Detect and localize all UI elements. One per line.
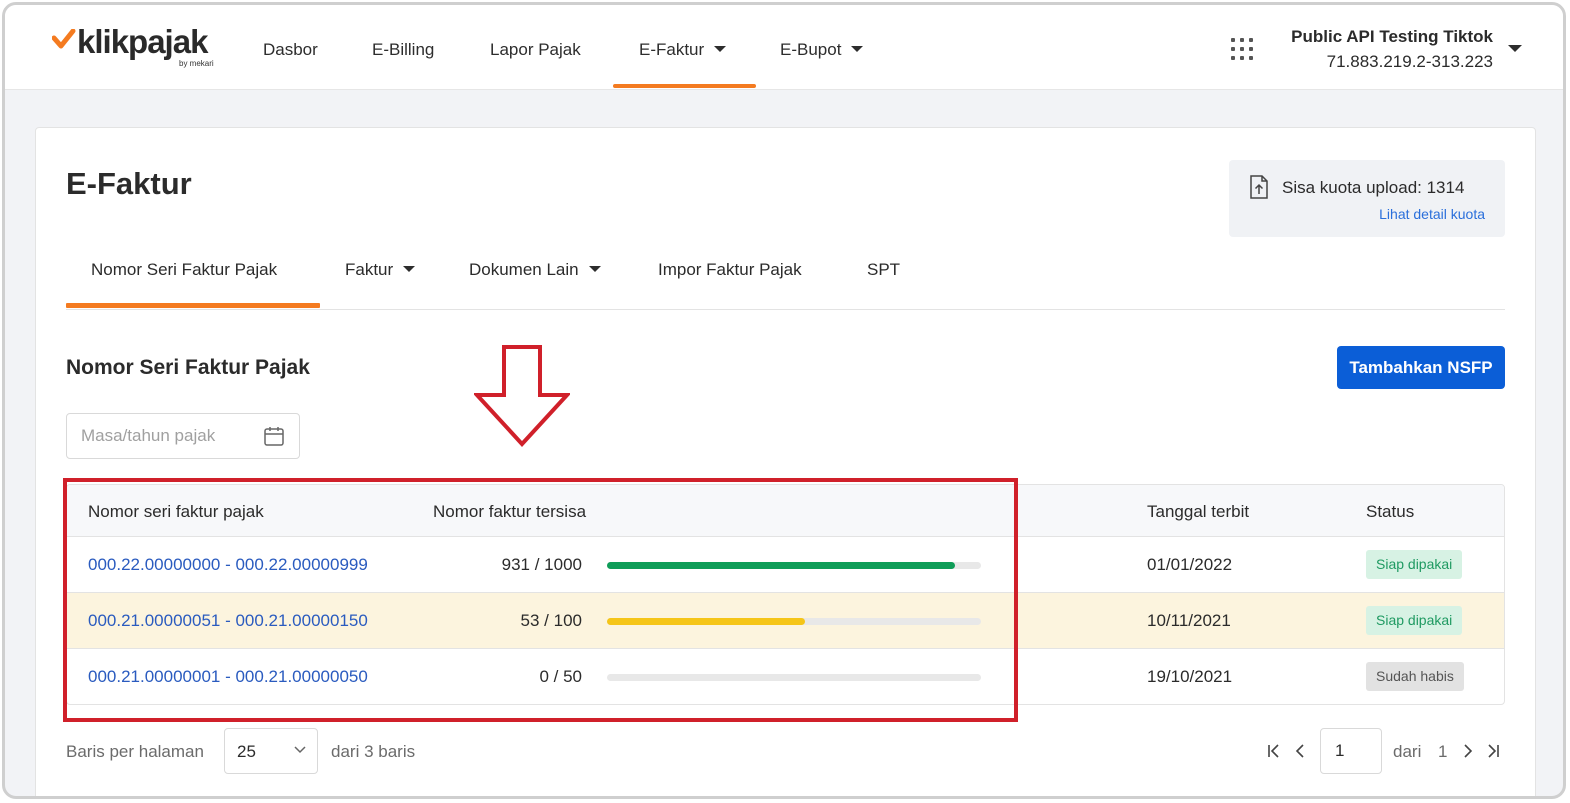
section-title: Nomor Seri Faktur Pajak: [66, 356, 310, 379]
next-page-icon[interactable]: [1459, 742, 1477, 760]
status-badge: Siap dipakai: [1366, 550, 1463, 579]
column-header: Status: [1366, 502, 1415, 521]
account-caret-down-icon[interactable]: [1508, 45, 1522, 52]
issue-date: 01/01/2022: [1147, 555, 1233, 574]
previous-page-icon[interactable]: [1291, 742, 1309, 760]
caret-down-icon: [403, 266, 416, 272]
calendar-icon[interactable]: [263, 425, 285, 447]
upload-file-icon: [1250, 175, 1268, 199]
account-name: Public API Testing Tiktok: [1291, 27, 1493, 46]
last-page-icon[interactable]: [1484, 742, 1502, 760]
tab-impor-faktur-pajak[interactable]: Impor Faktur Pajak: [658, 260, 802, 280]
status-badge: Siap dipakai: [1366, 606, 1463, 635]
total-rows-label: dari 3 baris: [331, 742, 416, 761]
logo-check-icon: [52, 29, 76, 49]
top-navbar: klikpajak by mekari Dasbor E-Billing Lap…: [5, 5, 1563, 90]
tab-label: Nomor Seri Faktur Pajak: [91, 260, 278, 279]
issue-date: 10/11/2021: [1147, 611, 1231, 630]
tab-label: SPT: [867, 260, 901, 279]
caret-down-icon: [851, 46, 864, 52]
nav-e-billing-label: E-Billing: [372, 40, 435, 59]
column-header: Tanggal terbit: [1147, 502, 1250, 521]
caret-down-icon: [714, 46, 727, 52]
rows-per-page-select[interactable]: 25: [224, 728, 318, 774]
nav-dasbor[interactable]: Dasbor: [263, 40, 318, 60]
tab-bar: Nomor Seri Faktur Pajak Faktur Dokumen L…: [66, 248, 1505, 310]
issue-date: 19/10/2021: [1147, 667, 1233, 686]
chevron-down-icon: [294, 746, 306, 754]
page-title: E-Faktur: [66, 166, 192, 201]
quota-detail-link[interactable]: Lihat detail kuota: [1379, 206, 1485, 222]
status-badge: Sudah habis: [1366, 662, 1464, 691]
nav-e-faktur[interactable]: E-Faktur: [639, 40, 727, 60]
nav-e-bupot[interactable]: E-Bupot: [780, 40, 864, 60]
page-number-input[interactable]: [1335, 741, 1375, 761]
tab-faktur[interactable]: Faktur: [345, 260, 416, 280]
add-nsfp-button[interactable]: Tambahkan NSFP: [1337, 346, 1505, 389]
caret-down-icon: [588, 266, 601, 272]
rows-per-page-label: Baris per halaman: [66, 742, 204, 761]
quota-text: Sisa kuota upload: 1314: [1282, 178, 1465, 197]
nav-e-billing[interactable]: E-Billing: [372, 40, 434, 60]
apps-grid-icon[interactable]: [1231, 38, 1253, 60]
tab-label: Impor Faktur Pajak: [658, 260, 802, 279]
nav-dasbor-label: Dasbor: [263, 40, 318, 59]
tax-period-input[interactable]: [81, 425, 251, 447]
rows-per-page-value: 25: [237, 742, 256, 761]
tab-label: Faktur: [345, 260, 394, 279]
tax-period-filter[interactable]: [66, 413, 300, 459]
total-pages: 1: [1438, 742, 1448, 761]
tab-nomor-seri-faktur-pajak[interactable]: Nomor Seri Faktur Pajak: [91, 260, 277, 280]
logo-subtext: by mekari: [179, 59, 214, 68]
nav-lapor-pajak[interactable]: Lapor Pajak: [490, 40, 581, 60]
active-tab-indicator: [66, 303, 320, 308]
logo-text: klikpajak: [77, 23, 208, 60]
nav-e-faktur-label: E-Faktur: [639, 40, 705, 59]
first-page-icon[interactable]: [1265, 742, 1283, 760]
tab-spt[interactable]: SPT: [867, 260, 900, 280]
page-number-field[interactable]: [1320, 728, 1382, 774]
tab-dokumen-lain[interactable]: Dokumen Lain: [469, 260, 601, 280]
upload-quota-box: Sisa kuota upload: 1314 Lihat detail kuo…: [1229, 160, 1505, 237]
account-npwp: 71.883.219.2-313.223: [1326, 52, 1493, 71]
nav-e-bupot-label: E-Bupot: [780, 40, 842, 59]
of-pages-label: dari: [1393, 742, 1422, 761]
nav-lapor-pajak-label: Lapor Pajak: [490, 40, 581, 59]
down-arrow-icon: [474, 345, 570, 447]
account-switcher[interactable]: Public API Testing Tiktok 71.883.219.2-3…: [1291, 27, 1493, 72]
nav-active-indicator: [613, 84, 756, 88]
highlight-box: [63, 478, 1018, 722]
tab-label: Dokumen Lain: [469, 260, 579, 279]
